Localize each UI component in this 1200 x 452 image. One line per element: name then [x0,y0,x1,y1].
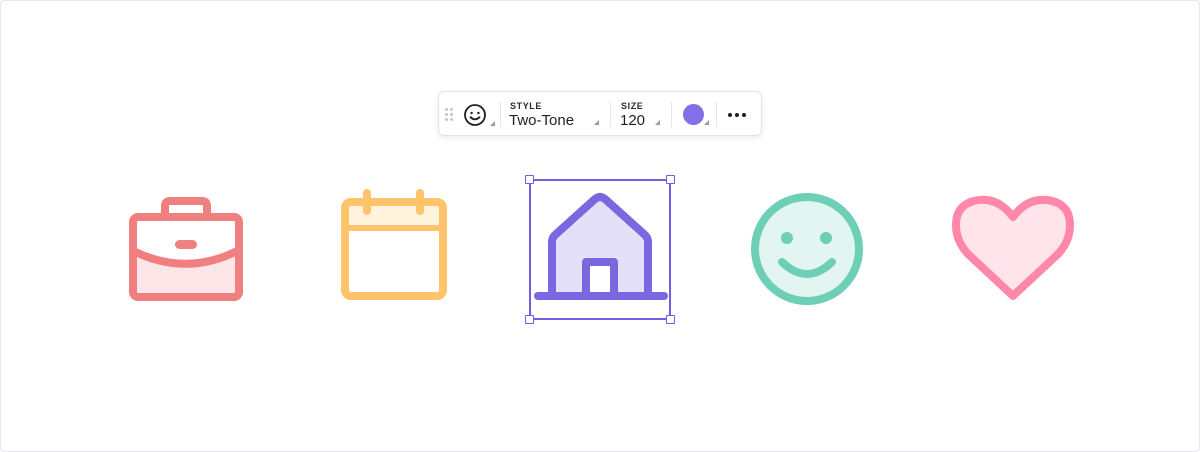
briefcase-icon[interactable] [127,195,247,305]
icon-picker-caret-icon [490,121,495,126]
selection-box [529,179,671,320]
more-icon[interactable] [727,105,749,123]
style-label: STYLE [510,101,543,111]
style-caret-icon [594,120,599,125]
calendar-icon[interactable] [338,185,450,303]
drag-handle-icon[interactable] [445,108,453,122]
toolbar-divider [500,102,501,127]
toolbar-divider [610,102,611,127]
size-value: 120 [620,112,646,129]
toolbar-divider [716,102,717,127]
color-caret-icon [704,120,709,125]
color-swatch-button[interactable] [683,104,704,125]
resize-handle[interactable] [525,175,534,184]
heart-icon[interactable] [951,193,1075,307]
toolbar-divider [671,102,672,127]
size-label: SIZE [621,101,644,111]
icon-toolbar: STYLE Two-Tone SIZE 120 [438,91,762,136]
resize-handle[interactable] [666,175,675,184]
smiley-icon [464,104,486,126]
smiley-icon[interactable] [749,192,865,308]
resize-handle[interactable] [666,315,675,324]
style-value: Two-Tone [509,112,575,129]
style-dropdown[interactable]: STYLE Two-Tone [509,98,605,132]
icon-picker-button[interactable] [463,102,497,128]
size-dropdown[interactable]: SIZE 120 [620,98,664,132]
size-caret-icon [655,120,660,125]
resize-handle[interactable] [525,315,534,324]
